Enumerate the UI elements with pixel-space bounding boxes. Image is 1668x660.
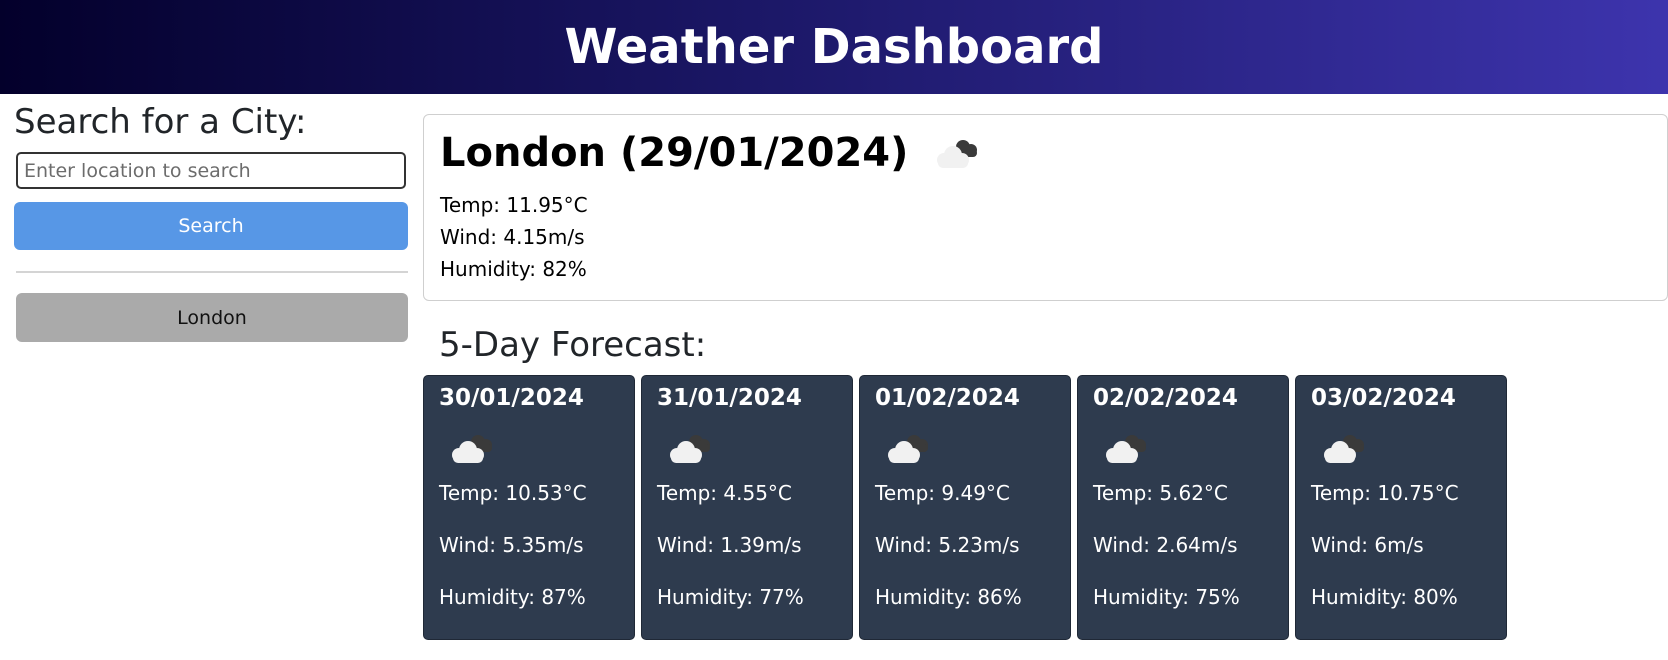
- forecast-humidity: Humidity: 77%: [657, 585, 804, 609]
- forecast-date: 02/02/2024: [1093, 385, 1238, 411]
- forecast-date: 03/02/2024: [1311, 385, 1456, 411]
- forecast-temp: Temp: 4.55°C: [657, 481, 792, 505]
- current-city-title: London (29/01/2024): [440, 130, 909, 176]
- broken-clouds-icon: [445, 428, 497, 468]
- search-input[interactable]: [16, 152, 406, 189]
- forecast-date: 31/01/2024: [657, 385, 802, 411]
- current-details: Temp: 11.95°C Wind: 4.15m/s Humidity: 82…: [440, 189, 1651, 285]
- broken-clouds-icon: [1099, 428, 1151, 468]
- broken-clouds-icon: [663, 428, 715, 468]
- forecast-temp: Temp: 9.49°C: [875, 481, 1010, 505]
- forecast-humidity: Humidity: 80%: [1311, 585, 1458, 609]
- current-title-row: London (29/01/2024): [440, 125, 1651, 181]
- current-weather-card: London (29/01/2024) Temp: 11.95°C Wind: …: [423, 114, 1668, 301]
- page-title: Weather Dashboard: [564, 19, 1104, 75]
- current-humidity: Humidity: 82%: [440, 257, 587, 281]
- forecast-humidity: Humidity: 87%: [439, 585, 586, 609]
- forecast-date: 30/01/2024: [439, 385, 584, 411]
- current-temp: Temp: 11.95°C: [440, 193, 588, 217]
- broken-clouds-icon: [881, 428, 933, 468]
- current-wind: Wind: 4.15m/s: [440, 225, 585, 249]
- forecast-date: 01/02/2024: [875, 385, 1020, 411]
- forecast-card: 03/02/2024 Temp: 10.75°C Wind: 6m/s Humi…: [1295, 375, 1507, 640]
- search-sidebar: Search for a City: Search London: [14, 100, 408, 342]
- history-button-london[interactable]: London: [16, 293, 408, 342]
- forecast-wind: Wind: 2.64m/s: [1093, 533, 1238, 557]
- forecast-wind: Wind: 6m/s: [1311, 533, 1424, 557]
- forecast-wind: Wind: 5.35m/s: [439, 533, 584, 557]
- forecast-humidity: Humidity: 75%: [1093, 585, 1240, 609]
- forecast-cards: 30/01/2024 Temp: 10.53°C Wind: 5.35m/s H…: [423, 375, 1513, 640]
- forecast-temp: Temp: 5.62°C: [1093, 481, 1228, 505]
- sidebar-divider: [16, 271, 408, 273]
- app-header: Weather Dashboard: [0, 0, 1668, 94]
- broken-clouds-icon: [1317, 428, 1369, 468]
- search-button[interactable]: Search: [14, 202, 408, 250]
- search-heading: Search for a City:: [14, 102, 307, 142]
- forecast-humidity: Humidity: 86%: [875, 585, 1022, 609]
- forecast-temp: Temp: 10.53°C: [439, 481, 587, 505]
- forecast-wind: Wind: 5.23m/s: [875, 533, 1020, 557]
- broken-clouds-icon: [930, 133, 982, 173]
- forecast-card: 02/02/2024 Temp: 5.62°C Wind: 2.64m/s Hu…: [1077, 375, 1289, 640]
- forecast-card: 31/01/2024 Temp: 4.55°C Wind: 1.39m/s Hu…: [641, 375, 853, 640]
- forecast-wind: Wind: 1.39m/s: [657, 533, 802, 557]
- forecast-temp: Temp: 10.75°C: [1311, 481, 1459, 505]
- forecast-card: 01/02/2024 Temp: 9.49°C Wind: 5.23m/s Hu…: [859, 375, 1071, 640]
- forecast-heading: 5-Day Forecast:: [439, 325, 707, 365]
- forecast-card: 30/01/2024 Temp: 10.53°C Wind: 5.35m/s H…: [423, 375, 635, 640]
